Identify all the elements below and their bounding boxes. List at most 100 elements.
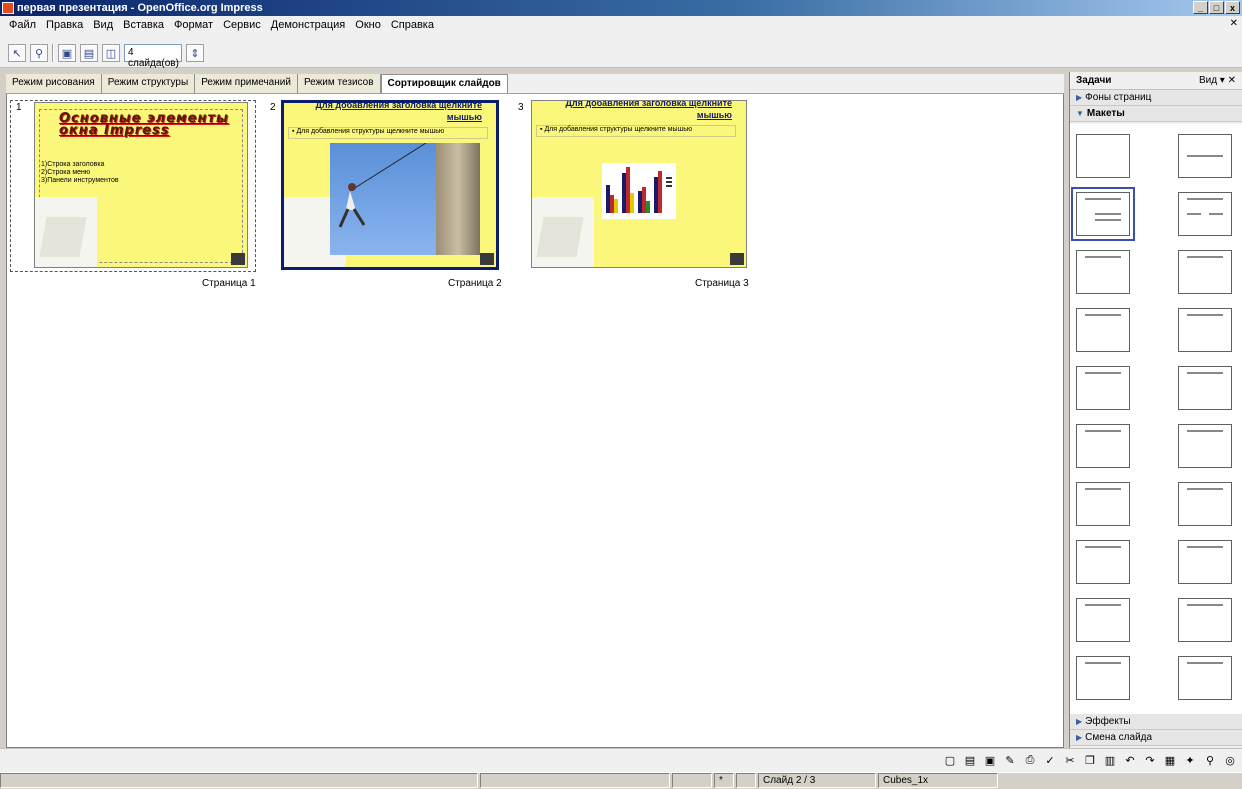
layout-title-chart[interactable] <box>1076 308 1130 352</box>
layout-image-text[interactable] <box>1076 366 1130 410</box>
help-icon[interactable]: ◎ <box>1222 752 1238 768</box>
slide-number: 2 <box>270 102 276 113</box>
status-modified-field: * <box>714 773 734 788</box>
redo-icon[interactable]: ↷ <box>1142 752 1158 768</box>
task-pane-view-menu[interactable]: Вид ▾ ✕ <box>1199 75 1236 86</box>
open-icon[interactable]: ▤ <box>962 752 978 768</box>
slide-title: Для добавления заголовка щелкните мышью <box>315 100 483 122</box>
status-slide-number: Слайд 2 / 3 <box>758 773 876 788</box>
layout-text-chart[interactable] <box>1178 366 1232 410</box>
status-info-field <box>0 773 478 788</box>
close-button[interactable]: x <box>1225 1 1240 14</box>
menu-view[interactable]: Вид <box>88 19 118 31</box>
layout-object-over-text[interactable] <box>1178 540 1232 584</box>
task-pane: Задачи Вид ▾ ✕ ▶ Фоны страниц ▼ Макеты ▶ Эф… <box>1069 72 1242 748</box>
new-icon[interactable]: ▢ <box>942 752 958 768</box>
print-icon[interactable]: ⎙ <box>1022 752 1038 768</box>
slide-sorter-toolbar: ↖ ⚲ ▣ ▤ ◫ 4 слайда(ов) ⇕ <box>0 34 1242 69</box>
tab-outline[interactable]: Режим структуры <box>101 74 196 93</box>
chart-object <box>602 163 676 219</box>
section-layouts[interactable]: ▼ Макеты <box>1070 106 1242 122</box>
task-pane-view-label: Вид <box>1198 75 1218 86</box>
hide-slide-icon[interactable]: ◫ <box>102 44 120 62</box>
section-effects-label: Эффекты <box>1085 716 1131 727</box>
layout-title-2-content[interactable] <box>1178 192 1232 236</box>
slide-body-line: 3)Панели инструментов <box>41 177 119 184</box>
status-design-name: Cubes_1x <box>878 773 998 788</box>
layout-chart-text[interactable] <box>1178 424 1232 468</box>
section-effects[interactable]: ▶ Эффекты <box>1070 714 1242 730</box>
slide-bullet-text: Для добавления структуры щелкните мышью <box>544 126 693 133</box>
slide-label: Страница 1 <box>202 278 256 289</box>
layout-text-object[interactable] <box>1076 482 1130 526</box>
cut-icon[interactable]: ✂ <box>1062 752 1078 768</box>
layout-title-text[interactable] <box>1076 250 1130 294</box>
tab-notes[interactable]: Режим примечаний <box>195 74 298 93</box>
section-slide-transition[interactable]: ▶ Смена слайда <box>1070 730 1242 746</box>
slide-label: Страница 3 <box>695 278 749 289</box>
tab-slide-sorter[interactable]: Сортировщик слайдов <box>380 74 508 93</box>
layout-title-object[interactable] <box>1178 250 1232 294</box>
slide-show-icon[interactable]: ▣ <box>58 44 76 62</box>
menu-slideshow[interactable]: Демонстрация <box>266 19 351 31</box>
spellcheck-icon[interactable]: ✓ <box>1042 752 1058 768</box>
slides-per-row-input[interactable]: 4 слайда(ов) <box>124 44 182 69</box>
section-slide-transition-label: Смена слайда <box>1085 732 1153 743</box>
layout-text-over-object[interactable] <box>1076 656 1130 700</box>
menu-edit[interactable]: Правка <box>41 19 88 31</box>
layout-4-objects[interactable] <box>1178 656 1232 700</box>
paste-icon[interactable]: ▥ <box>1102 752 1118 768</box>
slide-decoration <box>39 217 87 257</box>
layout-text-image[interactable] <box>1076 424 1130 468</box>
section-backgrounds[interactable]: ▶ Фоны страниц <box>1070 90 1242 106</box>
navigator-icon[interactable]: ✦ <box>1182 752 1198 768</box>
climber-photo <box>330 143 480 255</box>
menu-help[interactable]: Справка <box>386 19 439 31</box>
spin-button-icon[interactable]: ⇕ <box>186 44 204 62</box>
layout-text-2-objects[interactable] <box>1178 482 1232 526</box>
slide-bullet: ▪ Для добавления структуры щелкните мышь… <box>536 125 736 137</box>
layout-blank[interactable] <box>1076 134 1130 178</box>
tab-drawing[interactable]: Режим рисования <box>6 74 102 93</box>
layout-2-objects-over-text[interactable] <box>1178 598 1232 642</box>
slide-thumbnail-1[interactable]: Основные элементы окна Impress 1)Строка … <box>34 102 248 268</box>
window-title: первая презентация - OpenOffice.org Impr… <box>17 2 263 14</box>
menu-bar: Файл Правка Вид Вставка Формат Сервис Де… <box>0 16 1242 34</box>
minimize-button[interactable]: _ <box>1193 1 1208 14</box>
select-arrow-icon[interactable]: ↖ <box>8 44 26 62</box>
status-size-field <box>672 773 712 788</box>
task-pane-bottom-sections: ▶ Эффекты ▶ Смена слайда <box>1070 714 1242 746</box>
undo-icon[interactable]: ↶ <box>1122 752 1138 768</box>
tab-handout[interactable]: Режим тезисов <box>297 74 381 93</box>
slide-transition-icon[interactable]: ▤ <box>80 44 98 62</box>
menu-window[interactable]: Окно <box>350 19 386 31</box>
menu-format[interactable]: Формат <box>169 19 218 31</box>
slide-body-line: 2)Строка меню <box>41 169 91 176</box>
view-tabs: Режим рисования Режим структуры Режим пр… <box>6 74 1064 94</box>
layout-title-only[interactable] <box>1178 134 1232 178</box>
layouts-grid <box>1070 124 1242 714</box>
slide-label: Страница 2 <box>448 278 502 289</box>
menu-tools[interactable]: Сервис <box>218 19 266 31</box>
layout-title-table[interactable] <box>1178 308 1232 352</box>
slide-number: 3 <box>518 102 524 113</box>
slide-thumbnail-3[interactable]: Для добавления заголовка щелкните мышью … <box>531 100 747 268</box>
layout-object-text[interactable] <box>1076 540 1130 584</box>
slide-thumbnail-2[interactable]: Для добавления заголовка щелкните мышью … <box>281 100 499 270</box>
zoom-icon[interactable]: ⚲ <box>30 44 48 62</box>
layout-title-content[interactable] <box>1071 187 1135 241</box>
document-close-icon[interactable]: ✕ <box>1230 18 1238 29</box>
table-icon[interactable]: ▦ <box>1162 752 1178 768</box>
edit-icon[interactable]: ✎ <box>1002 752 1018 768</box>
layout-2-objects-text[interactable] <box>1076 598 1130 642</box>
section-layouts-label: Макеты <box>1086 108 1125 119</box>
copy-icon[interactable]: ❐ <box>1082 752 1098 768</box>
maximize-button[interactable]: □ <box>1209 1 1224 14</box>
save-icon[interactable]: ▣ <box>982 752 998 768</box>
slide-bullet: ▪ Для добавления структуры щелкните мышь… <box>288 127 488 139</box>
menu-file[interactable]: Файл <box>4 19 41 31</box>
zoom-icon[interactable]: ⚲ <box>1202 752 1218 768</box>
expand-arrow-icon: ▶ <box>1076 93 1083 102</box>
slide-title: Для добавления заголовка щелкните мышью <box>565 100 733 120</box>
menu-insert[interactable]: Вставка <box>118 19 169 31</box>
